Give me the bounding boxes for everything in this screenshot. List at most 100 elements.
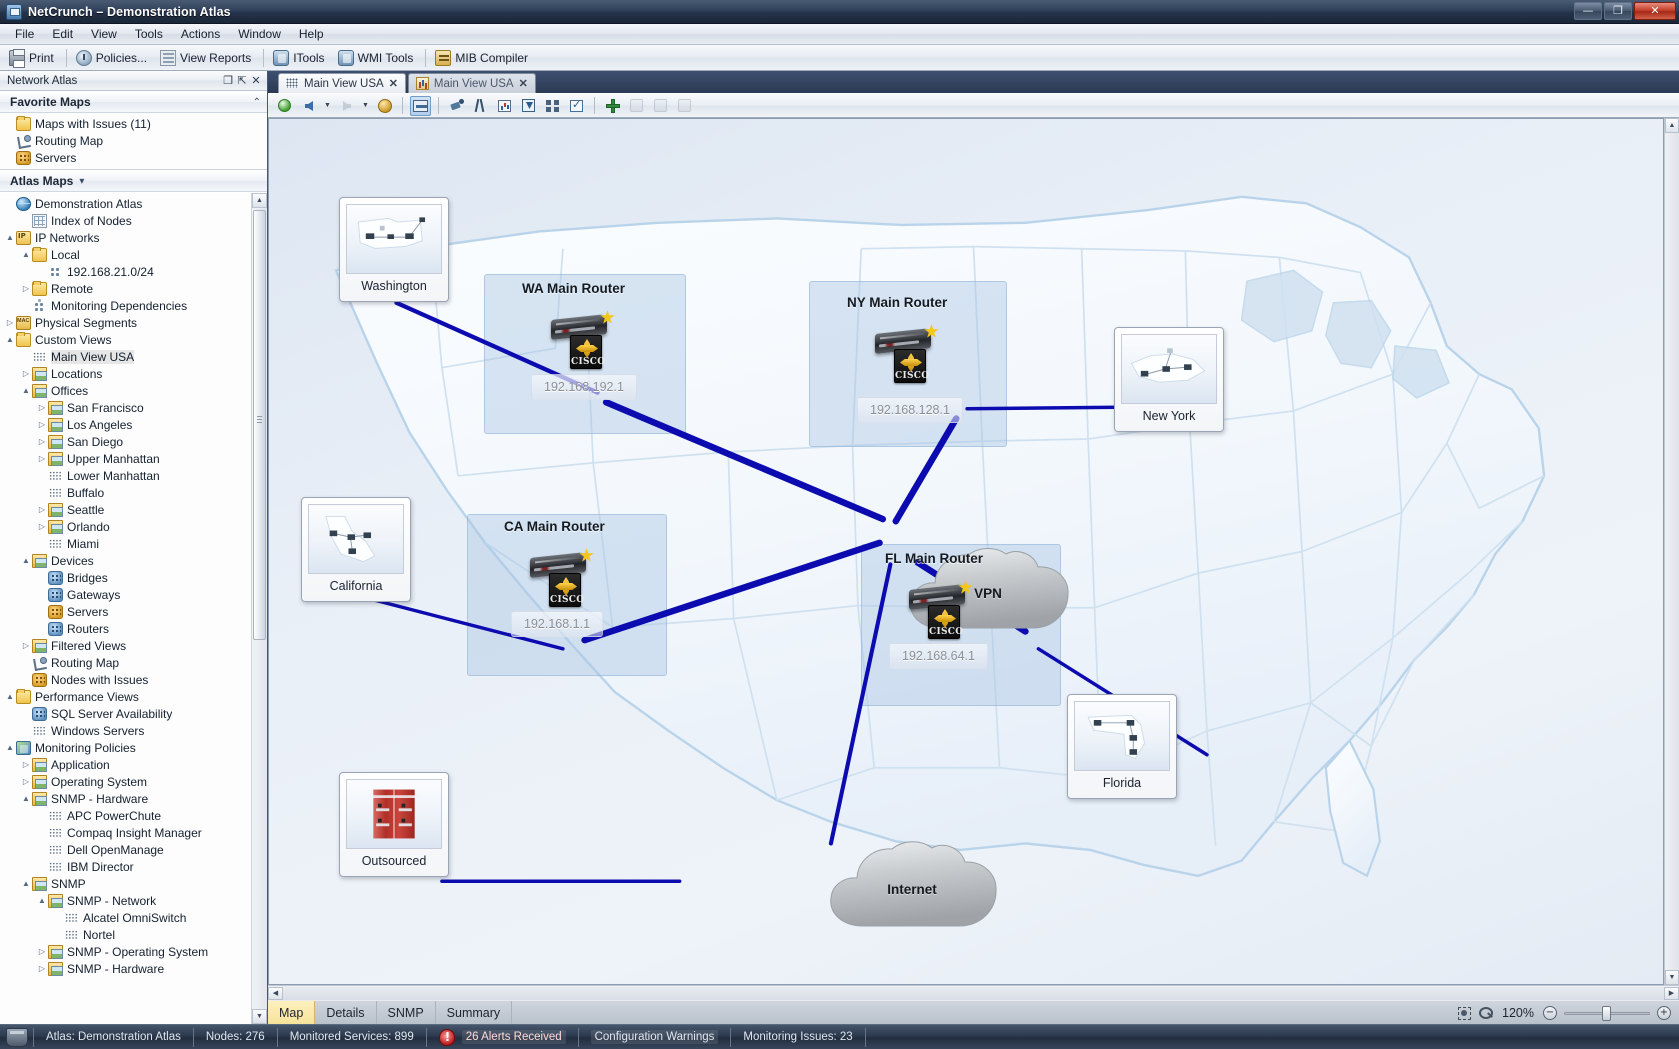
- atlas-item-devices[interactable]: ▲Devices: [0, 552, 267, 569]
- collapse-twisty-icon[interactable]: ▲: [4, 335, 16, 344]
- atlas-item-dell-openmanage[interactable]: Dell OpenManage: [0, 841, 267, 858]
- forward-button[interactable]: [336, 96, 357, 116]
- add-map-button[interactable]: [626, 96, 647, 116]
- menu-tools[interactable]: Tools: [126, 25, 172, 43]
- atlas-item-demonstration-atlas[interactable]: Demonstration Atlas: [0, 195, 267, 212]
- atlas-item-orlando[interactable]: ▷Orlando: [0, 518, 267, 535]
- add-node-button[interactable]: [602, 96, 623, 116]
- atlas-item-operating-system[interactable]: ▷Operating System: [0, 773, 267, 790]
- map-scroll-left-arrow[interactable]: ◀: [268, 987, 283, 1000]
- atlas-item-seattle[interactable]: ▷Seattle: [0, 501, 267, 518]
- atlas-item-gateways[interactable]: Gateways: [0, 586, 267, 603]
- expand-twisty-icon[interactable]: ▷: [4, 318, 16, 327]
- home-atlas-button[interactable]: [374, 96, 395, 116]
- expand-twisty-icon[interactable]: ▷: [36, 420, 48, 429]
- map-hscroll-track[interactable]: [283, 987, 1664, 1000]
- expand-twisty-icon[interactable]: ▷: [36, 403, 48, 412]
- map-canvas[interactable]: VPN: [268, 118, 1664, 985]
- layout-button[interactable]: [470, 96, 491, 116]
- close-button[interactable]: ✕: [1634, 2, 1676, 20]
- tab-snmp[interactable]: SNMP: [377, 1001, 436, 1024]
- document-tab-map-close-icon[interactable]: ✕: [389, 77, 398, 90]
- atlas-item-physical-segments[interactable]: ▷Physical Segments: [0, 314, 267, 331]
- menu-window[interactable]: Window: [229, 25, 290, 43]
- performance-chart-button[interactable]: [494, 96, 515, 116]
- atlas-item-san-francisco[interactable]: ▷San Francisco: [0, 399, 267, 416]
- policies-button[interactable]: Policies...: [71, 47, 155, 69]
- atlas-item-ip-networks[interactable]: ▲IP Networks: [0, 229, 267, 246]
- atlas-maps-tree[interactable]: Demonstration AtlasIndex of Nodes▲IP Net…: [0, 192, 267, 1024]
- atlas-item-routing-map[interactable]: Routing Map: [0, 654, 267, 671]
- tab-details[interactable]: Details: [315, 1001, 376, 1024]
- network-discovery-button[interactable]: [446, 96, 467, 116]
- atlas-item-monitoring-policies[interactable]: ▲Monitoring Policies: [0, 739, 267, 756]
- map-scroll-right-arrow[interactable]: ▶: [1664, 987, 1679, 1000]
- collapse-twisty-icon[interactable]: ▲: [36, 896, 48, 905]
- expand-twisty-icon[interactable]: ▷: [20, 641, 32, 650]
- wmi-tools-button[interactable]: WMI Tools: [333, 47, 422, 69]
- expand-twisty-icon[interactable]: ▷: [20, 777, 32, 786]
- atlas-item-miami[interactable]: Miami: [0, 535, 267, 552]
- filter-button[interactable]: [650, 96, 671, 116]
- zoom-in-button[interactable]: +: [1657, 1006, 1671, 1020]
- wa-router-node[interactable]: CISCO: [551, 311, 613, 369]
- arrange-nodes-button[interactable]: [542, 96, 563, 116]
- expand-twisty-icon[interactable]: ▷: [20, 369, 32, 378]
- map-vertical-scrollbar[interactable]: ▲ ▼: [1664, 118, 1679, 985]
- expand-twisty-icon[interactable]: ▷: [36, 964, 48, 973]
- back-dropdown-button[interactable]: ▼: [322, 96, 333, 116]
- internet-cloud-node[interactable]: Internet: [817, 837, 1007, 935]
- atlas-item-san-diego[interactable]: ▷San Diego: [0, 433, 267, 450]
- atlas-item-nortel[interactable]: Nortel: [0, 926, 267, 943]
- atlas-item-alcatel-omniswitch[interactable]: Alcatel OmniSwitch: [0, 909, 267, 926]
- collapse-twisty-icon[interactable]: ▲: [20, 250, 32, 259]
- document-tab-chart[interactable]: Main View USA ✕: [408, 73, 536, 93]
- atlas-item-buffalo[interactable]: Buffalo: [0, 484, 267, 501]
- expand-twisty-icon[interactable]: ▷: [36, 454, 48, 463]
- panel-restore-icon[interactable]: ❐: [221, 74, 235, 87]
- zoom-selection-icon[interactable]: [1479, 1006, 1495, 1020]
- collapse-twisty-icon[interactable]: ▲: [4, 743, 16, 752]
- atlas-item-windows-servers[interactable]: Windows Servers: [0, 722, 267, 739]
- panel-pin-icon[interactable]: ⇱: [235, 74, 249, 87]
- collapse-twisty-icon[interactable]: ▲: [4, 233, 16, 242]
- menu-actions[interactable]: Actions: [172, 25, 229, 43]
- atlas-item-application[interactable]: ▷Application: [0, 756, 267, 773]
- collapse-twisty-icon[interactable]: ▲: [20, 556, 32, 565]
- menu-view[interactable]: View: [82, 25, 126, 43]
- atlas-item-snmp-hardware[interactable]: ▲SNMP - Hardware: [0, 790, 267, 807]
- atlas-item-filtered-views[interactable]: ▷Filtered Views: [0, 637, 267, 654]
- minimize-button[interactable]: —: [1574, 2, 1602, 20]
- expand-twisty-icon[interactable]: ▷: [36, 437, 48, 446]
- favorite-maps-section-header[interactable]: Favorite Maps ⌃: [0, 91, 267, 113]
- menu-help[interactable]: Help: [290, 25, 333, 43]
- document-tab-map[interactable]: Main View USA ✕: [278, 73, 406, 93]
- collapse-twisty-icon[interactable]: ▲: [20, 794, 32, 803]
- washington-map-thumbnail[interactable]: Washington: [339, 197, 449, 302]
- favorite-item-servers[interactable]: Servers: [0, 149, 267, 166]
- atlas-tree-scrollbar[interactable]: ▲ ▼: [251, 193, 267, 1024]
- mib-compiler-button[interactable]: MIB Compiler: [430, 47, 536, 69]
- collapse-twisty-icon[interactable]: ▲: [20, 879, 32, 888]
- scroll-down-arrow[interactable]: ▼: [252, 1009, 267, 1024]
- back-button[interactable]: [298, 96, 319, 116]
- atlas-item-routers[interactable]: Routers: [0, 620, 267, 637]
- tab-summary[interactable]: Summary: [436, 1001, 512, 1024]
- fit-page-icon[interactable]: [1456, 1006, 1472, 1020]
- atlas-item-main-view-usa[interactable]: Main View USA: [0, 348, 267, 365]
- forward-dropdown-button[interactable]: ▼: [360, 96, 371, 116]
- atlas-item-compaq-insight-manager[interactable]: Compaq Insight Manager: [0, 824, 267, 841]
- atlas-item-performance-views[interactable]: ▲Performance Views: [0, 688, 267, 705]
- zoom-slider[interactable]: [1564, 1006, 1650, 1020]
- atlas-item-snmp-operating-system[interactable]: ▷SNMP - Operating System: [0, 943, 267, 960]
- status-indicator-button[interactable]: [274, 96, 295, 116]
- atlas-maps-section-header[interactable]: Atlas Maps ▾: [0, 170, 267, 192]
- atlas-item-192-168-21-0-24[interactable]: 192.168.21.0/24: [0, 263, 267, 280]
- ca-router-node[interactable]: CISCO: [530, 549, 592, 607]
- chevron-down-icon[interactable]: ▾: [79, 176, 84, 187]
- map-scroll-down-arrow[interactable]: ▼: [1665, 970, 1679, 985]
- alerts-button[interactable]: [518, 96, 539, 116]
- view-reports-button[interactable]: View Reports: [155, 47, 259, 69]
- expand-twisty-icon[interactable]: ▷: [36, 947, 48, 956]
- status-monitoring-issues[interactable]: Monitoring Issues: 23: [730, 1028, 864, 1047]
